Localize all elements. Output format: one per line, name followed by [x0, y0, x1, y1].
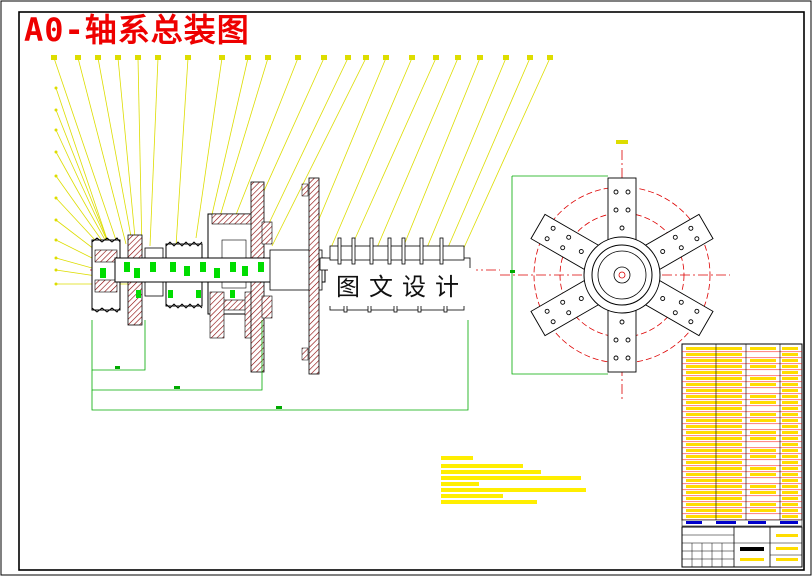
drawing-title: A0-轴系总装图	[24, 11, 250, 49]
dimension-lines	[91, 320, 469, 411]
drawing-canvas: A0-轴系总装图 图文设计	[0, 0, 812, 576]
title-block	[681, 526, 803, 568]
parts-list-table	[681, 343, 803, 527]
watermark-text: 图文设计	[328, 268, 476, 306]
technical-requirements	[441, 456, 586, 504]
